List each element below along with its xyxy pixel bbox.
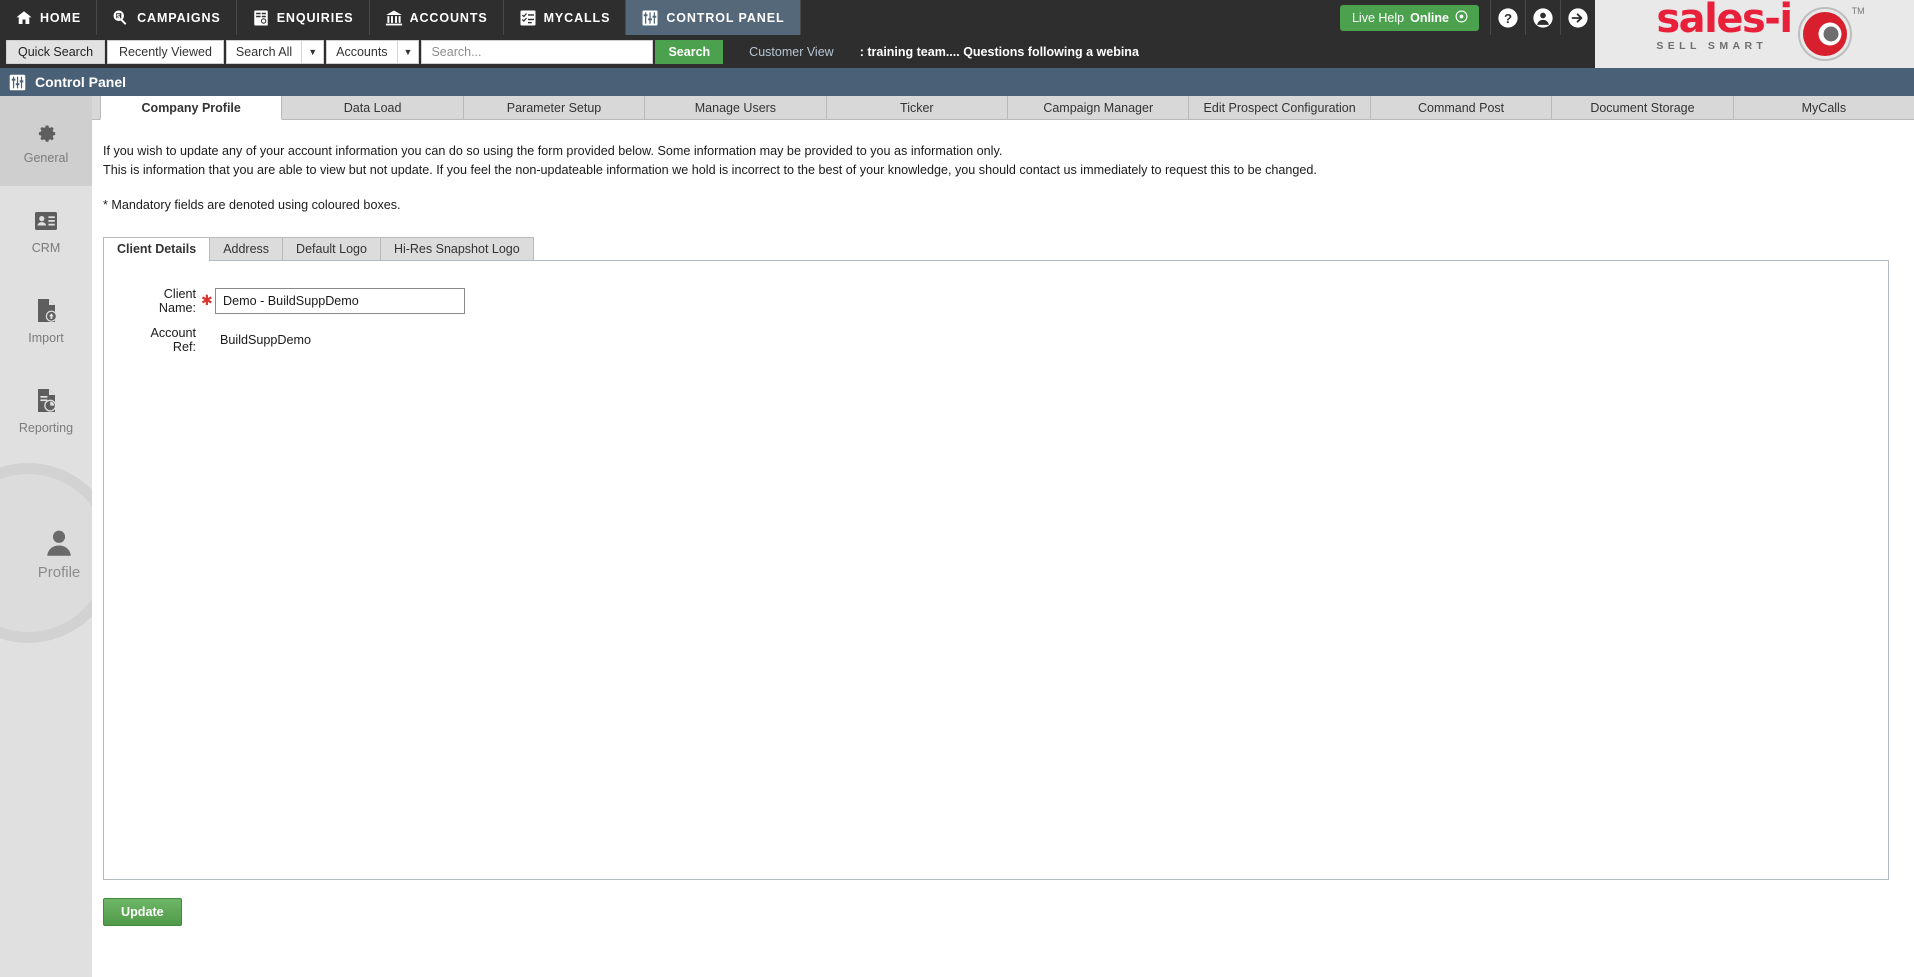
arrow-right-circle-icon [1567,7,1589,29]
left-sidebar: General CRM Import Reporting Profile [0,96,118,977]
search-button[interactable]: Search [655,39,724,64]
subtab-default-logo[interactable]: Default Logo [282,236,381,260]
megaphone-icon: $ [112,9,130,27]
account-ref-label: Account Ref: [150,325,196,354]
intro-copy: If you wish to update any of your accoun… [92,120,1914,180]
search-type-select[interactable]: Accounts ▼ [326,39,420,64]
customer-view-link[interactable]: Customer View [749,45,834,59]
client-details-panel: Client Name: ✱ Account Ref: ​ BuildSuppD… [103,259,1889,880]
profile-label: Profile [37,563,81,581]
home-icon [15,9,33,27]
client-name-row: Client Name: ✱ [124,286,1888,315]
account-ref-row: Account Ref: ​ BuildSuppDemo [124,325,1888,354]
sidebar-item-label: Reporting [18,420,74,435]
svg-text:?: ? [1504,10,1512,25]
tab-data-load[interactable]: Data Load [282,96,464,119]
contact-card-icon [34,208,58,234]
search-scope-value: Search All [235,44,293,59]
client-name-input[interactable] [215,287,465,314]
logo-eye-mark: TM [1797,6,1865,67]
search-scope-select[interactable]: Search All ▼ [225,39,325,64]
tab-command-post[interactable]: Command Post [1370,96,1553,119]
nav-item-label: MYCALLS [543,10,611,25]
tab-ticker[interactable]: Ticker [826,96,1009,119]
nav-item-campaigns[interactable]: $ CAMPAIGNS [97,0,237,35]
tab-document-storage[interactable]: Document Storage [1552,96,1734,119]
sliders-icon [9,74,26,91]
account-button[interactable] [1525,0,1560,35]
company-profile-subtabs: Client Details Address Default Logo Hi-R… [103,236,1914,261]
intro-line-1: If you wish to update any of your accoun… [103,144,1003,158]
sidebar-item-crm[interactable]: CRM [0,186,92,276]
live-help-prefix: Live Help [1351,10,1405,25]
page-title: Control Panel [35,74,127,90]
update-button[interactable]: Update [103,897,182,926]
logo-trademark: TM [1851,5,1865,16]
brand-logo[interactable]: sales-i SELL SMART TM [1595,0,1914,68]
subtab-client-details[interactable]: Client Details [103,236,211,261]
chevron-down-icon: ▼ [301,40,323,63]
info-circle-icon [1455,10,1468,26]
control-panel-tabs: Company Profile Data Load Parameter Setu… [92,96,1914,120]
chevron-down-icon: ▼ [396,40,419,63]
tab-campaign-manager[interactable]: Campaign Manager [1008,96,1190,119]
nav-item-label: ENQUIRIES [276,10,354,25]
nav-item-label: CONTROL PANEL [666,10,785,25]
tab-parameter-setup[interactable]: Parameter Setup [463,96,646,119]
nav-item-accounts[interactable]: ACCOUNTS [370,0,504,35]
account-ref-value: BuildSuppDemo [220,332,312,347]
logo-tagline: SELL SMART [1656,39,1768,52]
logout-button[interactable] [1560,0,1595,35]
svg-text:$: $ [117,13,121,20]
nav-item-label: CAMPAIGNS [137,10,221,25]
subtab-hi-res-snapshot-logo[interactable]: Hi-Res Snapshot Logo [379,236,534,260]
news-ticker: : training team.... Questions following … [859,44,1139,59]
search-toolbar: Quick Search Recently Viewed Search All … [0,35,1595,68]
sidebar-item-import[interactable]: Import [0,276,92,366]
user-avatar-icon [1532,7,1554,29]
nav-item-control-panel[interactable]: CONTROL PANEL [626,0,801,35]
intro-line-2: This is information that you are able to… [103,162,1317,177]
quick-search-tab[interactable]: Quick Search [6,39,106,64]
gear-icon [34,118,58,144]
nav-item-home[interactable]: HOME [0,0,98,35]
sidebar-item-label: Import [28,330,64,345]
nav-item-label: ACCOUNTS [409,10,488,25]
required-asterisk-icon: ✱ [201,292,213,309]
sidebar-item-label: CRM [31,240,61,255]
mandatory-fields-note: * Mandatory fields are denoted using col… [103,197,401,212]
help-button[interactable]: ? [1490,0,1525,35]
tab-manage-users[interactable]: Manage Users [645,96,827,119]
search-type-value: Accounts [336,44,388,59]
sidebar-item-label: General [23,150,69,165]
nav-item-mycalls[interactable]: MYCALLS [504,0,627,35]
tab-mycalls[interactable]: MyCalls [1733,96,1914,119]
top-bar-right-actions: Live Help Online ? [1280,0,1595,35]
recently-viewed-tab[interactable]: Recently Viewed [107,39,224,64]
question-mark-icon: ? [1497,7,1519,29]
tab-company-profile[interactable]: Company Profile [100,96,283,120]
logo-wordmark: sales-i [1656,0,1793,42]
document-search-icon [252,9,270,27]
sliders-icon [641,9,659,27]
person-icon [42,526,76,560]
live-help-status: Online [1410,10,1449,25]
checklist-icon [519,9,537,27]
main-content: Company Profile Data Load Parameter Setu… [92,96,1914,977]
nav-item-enquiries[interactable]: ENQUIRIES [237,0,370,35]
sidebar-item-general[interactable]: General [0,96,92,186]
subtab-address[interactable]: Address [209,236,284,260]
document-chart-icon [35,388,58,414]
search-input[interactable] [421,39,654,64]
bank-icon [385,9,403,27]
sidebar-item-reporting[interactable]: Reporting [0,366,92,456]
document-upload-icon [35,298,58,324]
page-title-bar: Control Panel [0,68,1914,96]
nav-item-label: HOME [40,10,82,25]
tab-edit-prospect-configuration[interactable]: Edit Prospect Configuration [1189,96,1371,119]
live-help-button[interactable]: Live Help Online [1339,4,1479,31]
client-name-label: Client Name: [158,286,196,315]
spacer: ​ [201,332,209,348]
